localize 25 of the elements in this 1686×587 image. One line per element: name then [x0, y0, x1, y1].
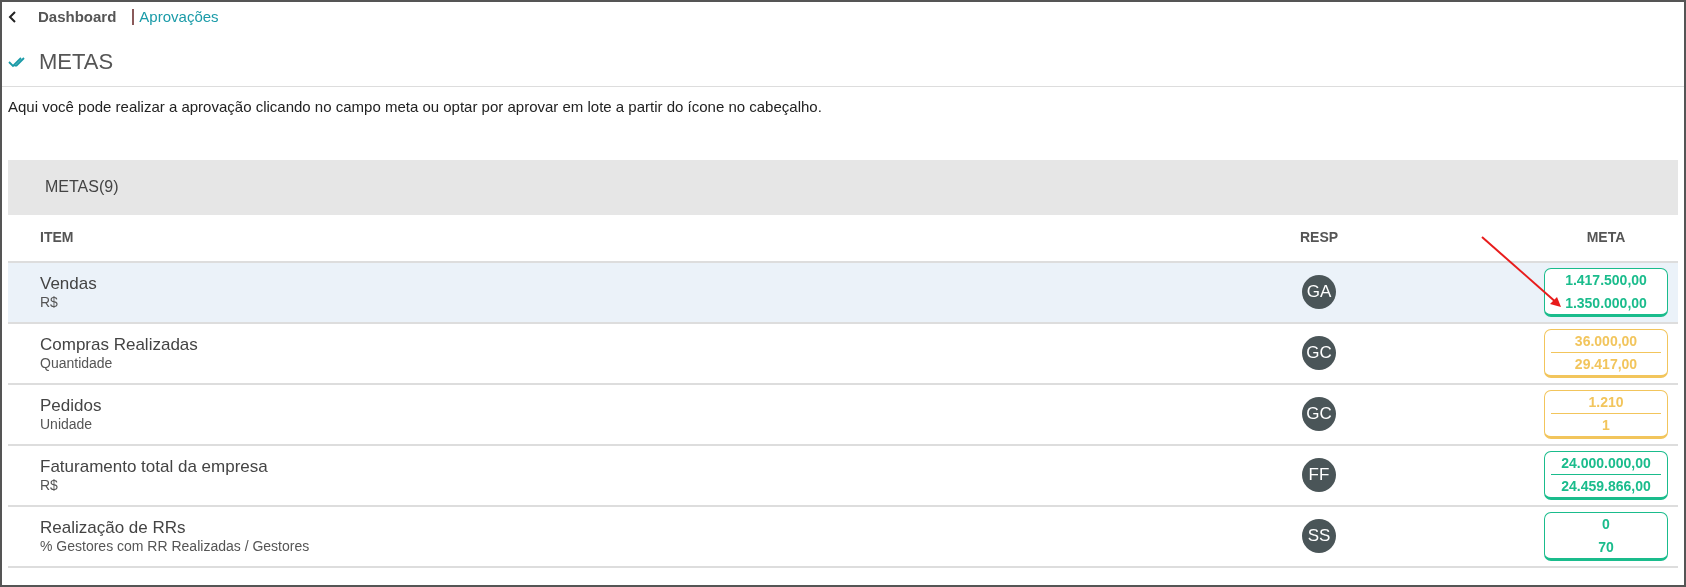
item-name: Vendas	[40, 274, 98, 294]
avatar: SS	[1302, 519, 1336, 553]
item-name: Pedidos	[40, 396, 103, 416]
column-header: RESP	[1298, 228, 1340, 247]
avatar: GC	[1302, 336, 1336, 370]
item-unit: R$	[40, 294, 59, 310]
breadcrumb-link[interactable]: Dashboard	[38, 5, 117, 29]
item-unit: % Gestores com RR Realizadas / Gestores	[40, 538, 311, 554]
avatar: GC	[1302, 397, 1336, 431]
item-unit: R$	[40, 477, 59, 493]
description-text: Aqui você pode realizar a aprovação clicando no campo meta ou optar por aprovar em lote a partir do ícone no cabeçalho.	[7, 97, 823, 117]
item-name: Realização de RRs	[40, 518, 187, 538]
page-title: METAS	[39, 48, 114, 76]
back-icon[interactable]	[8, 11, 18, 23]
item-name: Compras Realizadas	[40, 335, 199, 355]
breadcrumb-current: Aprovações	[139, 6, 219, 27]
column-header: META	[1585, 228, 1627, 247]
avatar: GA	[1302, 275, 1336, 309]
table-row[interactable]: Vendas R$ GA 1.417.500,00 1.350.000,00	[8, 262, 1678, 324]
section-title: METAS(9)	[45, 177, 119, 197]
avatar: FF	[1302, 458, 1336, 492]
column-header: ITEM	[39, 228, 75, 247]
item-name: Faturamento total da empresa	[40, 457, 269, 477]
item-unit: Unidade	[40, 416, 94, 432]
item-unit: Quantidade	[40, 355, 114, 371]
